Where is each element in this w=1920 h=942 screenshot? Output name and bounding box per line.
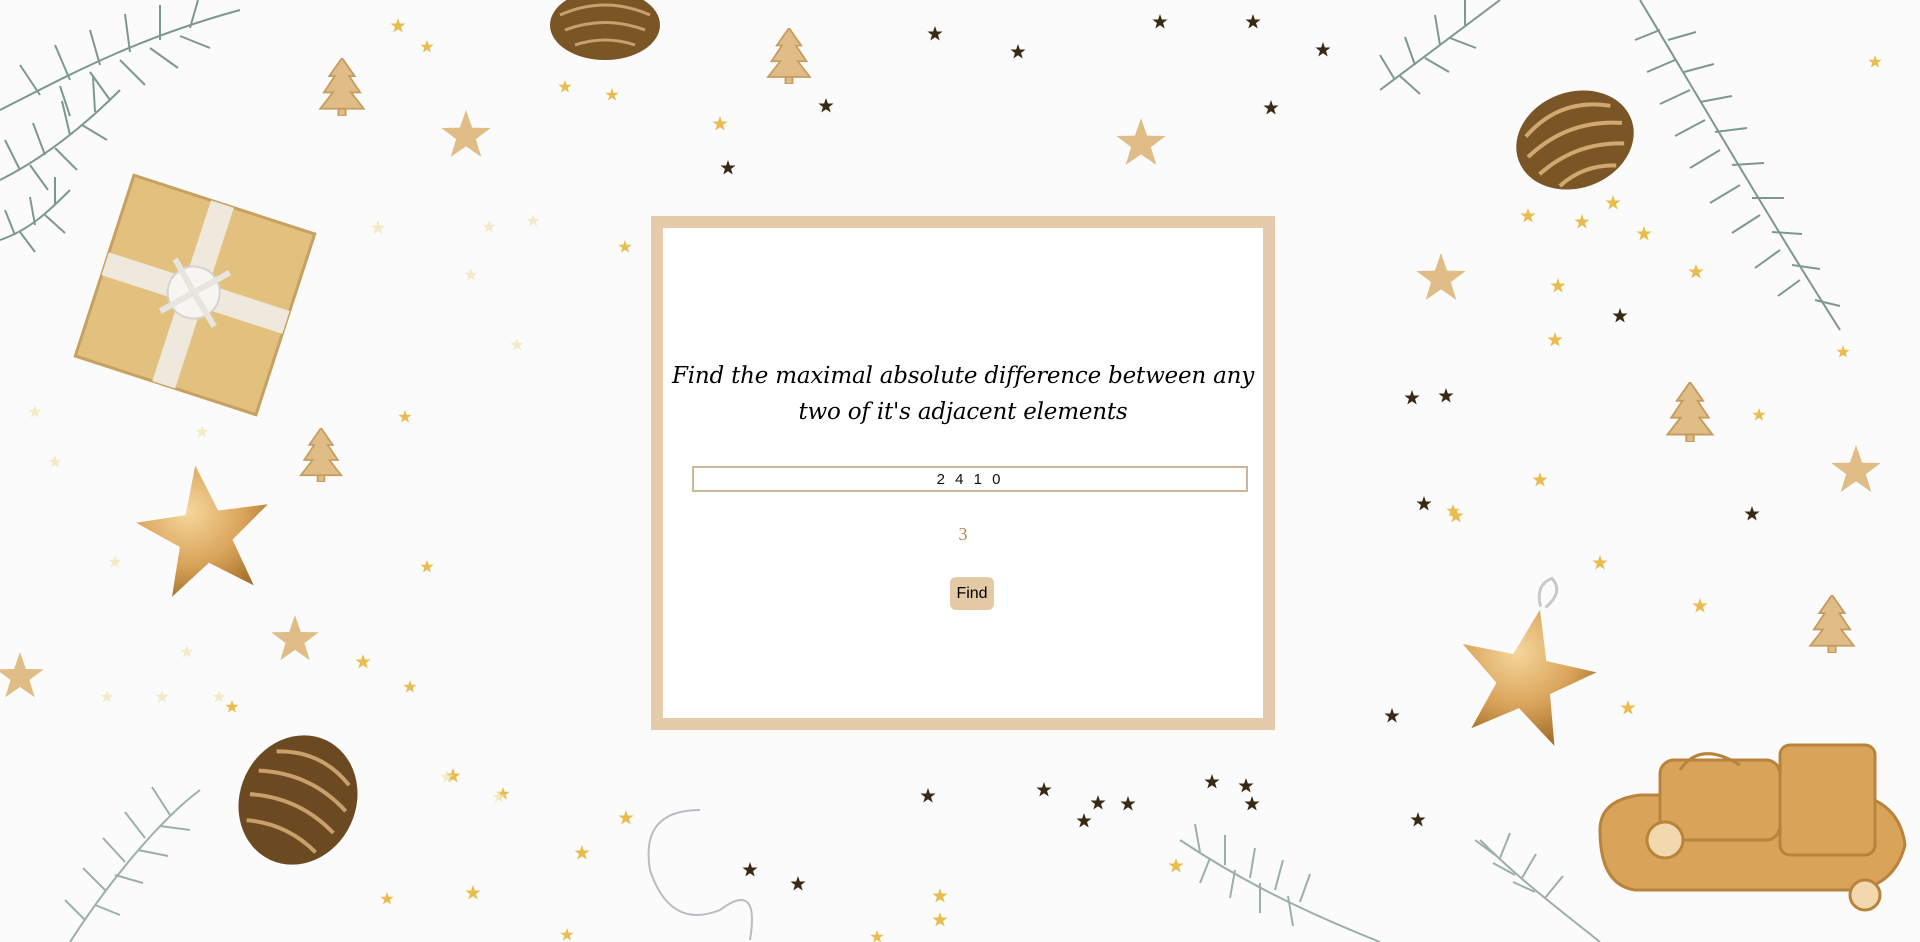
pinecone-icon: [1516, 90, 1634, 190]
wooden-sled-icon: [1598, 743, 1907, 912]
gift-box-icon: [73, 173, 317, 417]
silver-string-icon: [647, 809, 753, 941]
pinecone-icon: [238, 735, 358, 865]
pinecone-icon: [550, 0, 660, 60]
task-title-line-1: Find the maximal absolute difference bet…: [671, 363, 1255, 389]
puzzle-card: Find the maximal absolute difference bet…: [651, 216, 1275, 730]
array-input[interactable]: [692, 466, 1248, 492]
gold-star-ornament-icon: [129, 456, 279, 601]
result-value: 3: [958, 524, 968, 544]
gold-star-ornament-icon: [1445, 576, 1607, 752]
task-title: Find the maximal absolute difference bet…: [663, 358, 1263, 430]
task-title-line-2: two of it's adjacent elements: [798, 399, 1128, 425]
find-button[interactable]: Find: [950, 577, 994, 610]
